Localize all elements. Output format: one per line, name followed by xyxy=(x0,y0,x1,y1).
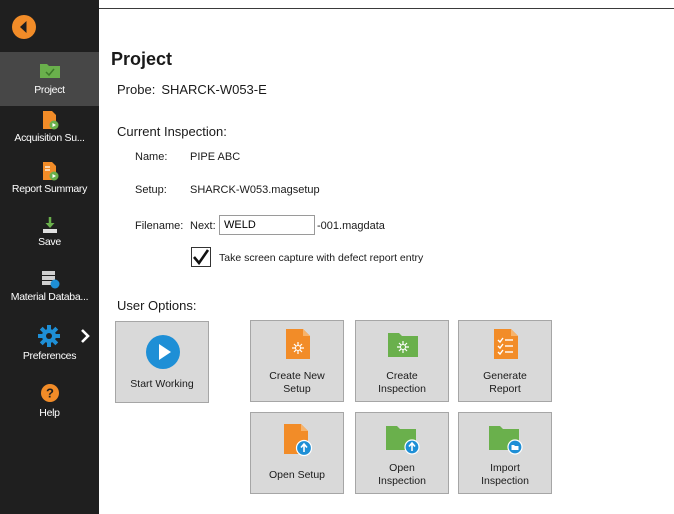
filename-suffix: -001.magdata xyxy=(317,220,385,232)
create-new-setup-button[interactable]: Create New Setup xyxy=(250,320,344,402)
start-working-button[interactable]: Start Working xyxy=(115,321,209,403)
sidebar-item-save[interactable]: Save xyxy=(0,216,99,256)
generate-report-label-2: Report xyxy=(489,383,521,395)
sidebar-item-preferences[interactable]: Preferences xyxy=(0,325,99,369)
name-label: Name: xyxy=(135,151,168,163)
sidebar-item-label: Report Summary xyxy=(11,183,88,195)
name-value: PIPE ABC xyxy=(190,151,241,163)
report-summary-icon xyxy=(42,162,58,181)
create-new-setup-label-1: Create New xyxy=(269,370,325,382)
sidebar-item-label: Help xyxy=(39,407,60,419)
help-icon: ? xyxy=(40,384,59,402)
create-inspection-label-1: Create xyxy=(386,370,418,382)
create-inspection-label-2: Inspection xyxy=(378,383,426,395)
acquisition-icon xyxy=(42,111,58,130)
new-inspection-folder-icon xyxy=(388,333,418,357)
open-inspection-button[interactable]: Open Inspection xyxy=(355,412,449,494)
open-inspection-folder-icon xyxy=(386,426,420,455)
database-icon xyxy=(41,271,59,289)
start-working-label: Start Working xyxy=(130,378,194,390)
probe-label: Probe: xyxy=(117,82,156,97)
create-inspection-button[interactable]: Create Inspection xyxy=(355,320,449,402)
sidebar-item-label: Project xyxy=(34,84,65,96)
checkmark-icon xyxy=(193,249,210,266)
generate-report-button[interactable]: Generate Report xyxy=(458,320,552,402)
probe-value: SHARCK-W053-E xyxy=(161,82,267,97)
open-setup-label: Open Setup xyxy=(268,469,326,481)
create-new-setup-label-2: Setup xyxy=(283,383,311,395)
setup-label: Setup: xyxy=(135,184,167,196)
import-inspection-folder-icon xyxy=(489,426,523,455)
open-inspection-label-1: Open xyxy=(389,462,415,474)
current-inspection-heading: Current Inspection: xyxy=(117,124,227,139)
sidebar-item-label: Save xyxy=(38,236,61,248)
sidebar: Project Acquisition Su... Report Summary… xyxy=(0,0,99,514)
top-divider xyxy=(98,8,674,9)
folder-check-icon xyxy=(39,64,60,78)
import-inspection-button[interactable]: Import Inspection xyxy=(458,412,552,494)
import-inspection-label-1: Import xyxy=(490,462,520,474)
generate-report-label-1: Generate xyxy=(483,370,527,382)
open-inspection-label-2: Inspection xyxy=(378,475,426,487)
sidebar-item-label: Preferences xyxy=(22,350,77,362)
probe-info: Probe: SHARCK-W053-E xyxy=(117,82,267,97)
setup-value: SHARCK-W053.magsetup xyxy=(190,184,320,196)
svg-text:?: ? xyxy=(46,386,54,401)
play-icon xyxy=(146,335,180,369)
screen-capture-checkbox[interactable] xyxy=(191,247,211,267)
open-setup-button[interactable]: Open Setup xyxy=(250,412,344,494)
new-setup-icon xyxy=(286,329,310,359)
sidebar-item-label: Acquisition Su... xyxy=(14,132,85,144)
chevron-right-icon xyxy=(81,329,90,343)
import-inspection-label-2: Inspection xyxy=(481,475,529,487)
user-options-heading: User Options: xyxy=(117,298,197,313)
sidebar-item-label: Material Databa... xyxy=(10,291,89,303)
filename-input[interactable] xyxy=(219,215,315,235)
page-title: Project xyxy=(111,49,173,69)
open-setup-icon xyxy=(284,424,313,457)
report-checklist-icon xyxy=(494,329,518,359)
gear-icon xyxy=(38,325,60,347)
next-label: Next: xyxy=(190,220,216,232)
sidebar-item-project[interactable]: Project xyxy=(0,52,99,106)
save-icon xyxy=(42,217,57,233)
sidebar-item-report-summary[interactable]: Report Summary xyxy=(0,161,99,203)
back-arrow-icon[interactable] xyxy=(11,14,37,40)
sidebar-item-material-database[interactable]: Material Databa... xyxy=(0,269,99,311)
sidebar-item-help[interactable]: ? Help xyxy=(0,383,99,423)
filename-label: Filename: xyxy=(135,220,184,232)
sidebar-item-acquisition[interactable]: Acquisition Su... xyxy=(0,110,99,150)
screen-capture-label: Take screen capture with defect report e… xyxy=(219,252,424,264)
